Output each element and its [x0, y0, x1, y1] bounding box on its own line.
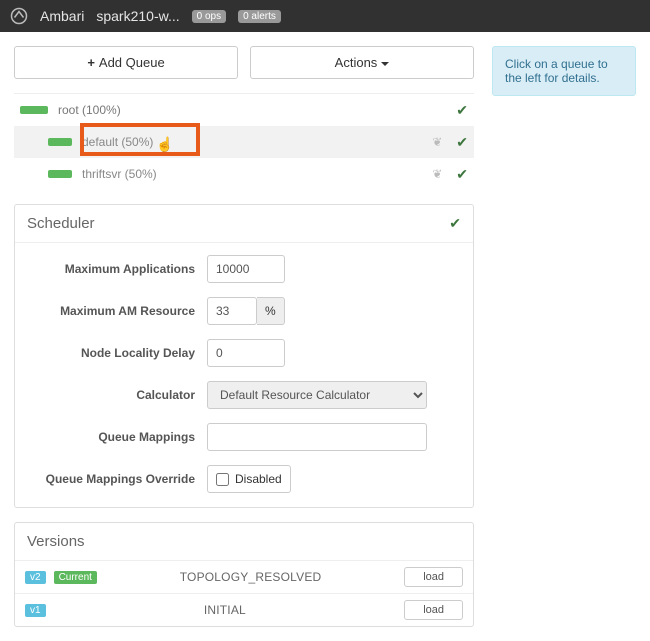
queue-row-default[interactable]: default (50%) ❦ ✔ ☝: [14, 126, 474, 158]
override-text: Disabled: [235, 472, 282, 486]
version-label: INITIAL: [54, 603, 397, 617]
node-locality-input[interactable]: [207, 339, 285, 367]
max-am-input[interactable]: [207, 297, 257, 325]
queue-mappings-label: Queue Mappings: [27, 430, 207, 444]
check-icon: ✔: [456, 166, 468, 183]
queue-label: default (50%): [82, 135, 153, 149]
current-badge: Current: [54, 571, 97, 584]
queue-tree: root (100%) ✔ default (50%) ❦ ✔ ☝ thrift…: [14, 93, 474, 190]
max-apps-label: Maximum Applications: [27, 262, 207, 276]
max-am-label: Maximum AM Resource: [27, 304, 207, 318]
chevron-down-icon: [381, 62, 389, 66]
check-icon: ✔: [456, 102, 468, 119]
add-queue-button[interactable]: + Add Queue: [14, 46, 238, 79]
hand-cursor-icon: ☝: [156, 136, 173, 153]
actions-dropdown[interactable]: Actions: [250, 46, 474, 79]
capacity-bar: [48, 170, 72, 178]
node-locality-label: Node Locality Delay: [27, 346, 207, 360]
capacity-bar: [20, 106, 48, 114]
ambari-logo-icon: [10, 7, 28, 25]
scheduler-title: Scheduler: [27, 215, 95, 232]
leaf-icon: ❦: [432, 167, 442, 181]
scheduler-panel: Scheduler ✔ Maximum Applications Maximum…: [14, 204, 474, 508]
max-apps-input[interactable]: [207, 255, 285, 283]
actions-label: Actions: [335, 55, 378, 70]
version-row: v2 Current TOPOLOGY_RESOLVED load: [15, 561, 473, 593]
leaf-icon: ❦: [432, 135, 442, 149]
percent-addon: %: [257, 297, 285, 325]
versions-panel: Versions v2 Current TOPOLOGY_RESOLVED lo…: [14, 522, 474, 627]
brand-label[interactable]: Ambari: [40, 8, 84, 24]
calculator-label: Calculator: [27, 388, 207, 402]
queue-override-checkbox[interactable]: Disabled: [207, 465, 291, 493]
check-icon: ✔: [456, 134, 468, 151]
queue-override-label: Queue Mappings Override: [27, 472, 207, 486]
hint-box: Click on a queue to the left for details…: [492, 46, 636, 96]
version-row: v1 INITIAL load: [15, 593, 473, 626]
queue-label: root (100%): [58, 103, 121, 117]
version-label: TOPOLOGY_RESOLVED: [105, 570, 396, 584]
override-checkbox-input[interactable]: [216, 473, 229, 486]
capacity-bar: [48, 138, 72, 146]
queue-label: thriftsvr (50%): [82, 167, 157, 181]
ops-badge[interactable]: 0 ops: [192, 10, 226, 23]
check-icon: ✔: [449, 215, 461, 232]
scheduler-heading: Scheduler ✔: [15, 205, 473, 243]
queue-mappings-input[interactable]: [207, 423, 427, 451]
versions-heading: Versions: [15, 523, 473, 561]
plus-icon: +: [87, 55, 95, 70]
calculator-select[interactable]: Default Resource Calculator: [207, 381, 427, 409]
add-queue-label: Add Queue: [99, 55, 165, 70]
version-badge: v1: [25, 604, 46, 617]
queue-row-root[interactable]: root (100%) ✔: [14, 94, 474, 126]
cluster-name[interactable]: spark210-w...: [96, 8, 179, 24]
queue-row-thriftsvr[interactable]: thriftsvr (50%) ❦ ✔: [14, 158, 474, 190]
load-button[interactable]: load: [404, 600, 463, 620]
version-badge: v2: [25, 571, 46, 584]
alerts-badge[interactable]: 0 alerts: [238, 10, 281, 23]
load-button[interactable]: load: [404, 567, 463, 587]
topbar: Ambari spark210-w... 0 ops 0 alerts: [0, 0, 650, 32]
versions-title: Versions: [27, 533, 85, 550]
